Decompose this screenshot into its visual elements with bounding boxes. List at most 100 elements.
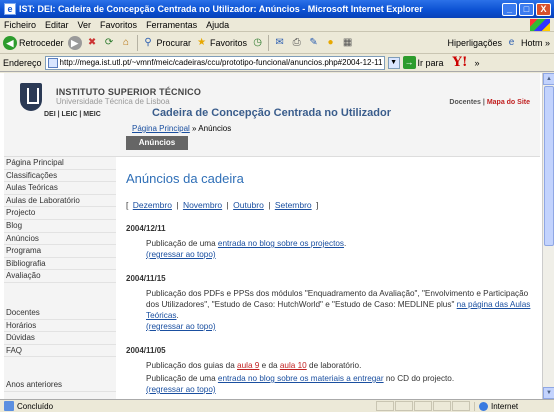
research-icon[interactable]: ▦ bbox=[341, 36, 354, 49]
announcement-date: 2004/11/15 bbox=[126, 274, 166, 283]
announcement-text: Publicação dos guias da aula 9 e da aula… bbox=[146, 361, 362, 370]
page-icon bbox=[47, 57, 58, 68]
address-input[interactable]: http://mega.ist.utl.pt/~vmnf/meic/cadeir… bbox=[44, 55, 385, 70]
go-button[interactable]: → Ir para bbox=[402, 56, 444, 69]
page-done-icon bbox=[4, 401, 14, 411]
nav-item-horarios[interactable]: Horários bbox=[4, 320, 116, 333]
nav-item-programa[interactable]: Programa bbox=[4, 245, 116, 258]
refresh-icon[interactable]: ⟳ bbox=[103, 36, 116, 49]
security-zone: Internet bbox=[474, 401, 554, 411]
breadcrumb-home-link[interactable]: Página Principal bbox=[132, 124, 190, 133]
menu-ficheiro[interactable]: Ficheiro bbox=[4, 20, 36, 30]
nav-item-anos-anteriores[interactable]: Anos anteriores bbox=[4, 379, 116, 392]
announcement-entry: 2004/12/11 Publicação de uma entrada no … bbox=[126, 224, 536, 260]
back-to-top: (regressar ao topo) bbox=[146, 321, 536, 332]
address-dropdown-icon[interactable]: ▼ bbox=[387, 56, 400, 69]
institution-subtitle: Universidade Técnica de Lisboa bbox=[56, 97, 170, 106]
docentes-link[interactable]: Docentes bbox=[449, 99, 481, 106]
nav-item-pagina-principal[interactable]: Página Principal bbox=[4, 157, 116, 170]
menu-ver[interactable]: Ver bbox=[78, 20, 92, 30]
nav-item-docentes[interactable]: Docentes bbox=[4, 307, 116, 320]
close-button[interactable]: X bbox=[536, 2, 551, 16]
go-label: Ir para bbox=[417, 57, 444, 68]
back-arrow-icon: ◀ bbox=[3, 35, 17, 50]
month-link-novembro[interactable]: Novembro bbox=[183, 200, 222, 210]
header-link-separator: | bbox=[482, 99, 485, 106]
nav-item-classificacoes[interactable]: Classificações bbox=[4, 170, 116, 183]
nav-item-anuncios[interactable]: Anúncios bbox=[4, 233, 116, 246]
address-url: http://mega.ist.utl.pt/~vmnf/meic/cadeir… bbox=[59, 58, 383, 67]
globe-icon bbox=[479, 401, 488, 411]
month-filter-open-bracket: [ bbox=[126, 200, 129, 210]
nav-item-aulas-teoricas[interactable]: Aulas Teóricas bbox=[4, 182, 116, 195]
messenger-icon[interactable]: ● bbox=[324, 36, 337, 49]
nav-item-faq[interactable]: FAQ bbox=[4, 345, 116, 358]
nav-item-aulas-laboratorio[interactable]: Aulas de Laboratório bbox=[4, 195, 116, 208]
site-map-link[interactable]: Mapa do Site bbox=[487, 99, 530, 106]
site-header: INSTITUTO SUPERIOR TÉCNICO Universidade … bbox=[4, 73, 540, 157]
blog-projectos-link[interactable]: entrada no blog sobre os projectos bbox=[218, 239, 344, 248]
search-button[interactable]: ⚲ Procurar bbox=[142, 36, 192, 49]
zone-label: Internet bbox=[491, 401, 519, 411]
nav-item-duvidas[interactable]: Dúvidas bbox=[4, 332, 116, 345]
back-to-top-link[interactable]: (regressar ao topo) bbox=[146, 250, 216, 259]
back-button[interactable]: ◀ Retroceder bbox=[3, 35, 64, 50]
ist-logo-icon bbox=[20, 83, 42, 111]
home-icon[interactable]: ⌂ bbox=[120, 36, 133, 49]
aula-9-link[interactable]: aula 9 bbox=[237, 361, 259, 370]
back-to-top: (regressar ao topo) bbox=[146, 384, 536, 395]
nav-item-blog[interactable]: Blog bbox=[4, 220, 116, 233]
print-icon[interactable]: ⎙ bbox=[290, 36, 303, 49]
page-title: Anúncios da cadeira bbox=[126, 171, 244, 186]
nav-item-projecto[interactable]: Projecto bbox=[4, 207, 116, 220]
vertical-scrollbar[interactable]: ▲ ▼ bbox=[542, 73, 554, 399]
menu-editar[interactable]: Editar bbox=[45, 20, 69, 30]
nav-item-bibliografia[interactable]: Bibliografia bbox=[4, 258, 116, 271]
page-viewport: INSTITUTO SUPERIOR TÉCNICO Universidade … bbox=[0, 73, 542, 399]
back-to-top: (regressar ao topo) bbox=[146, 249, 536, 260]
menu-ferramentas[interactable]: Ferramentas bbox=[146, 20, 197, 30]
links-label[interactable]: Hiperligações bbox=[447, 38, 502, 48]
back-to-top-link[interactable]: (regressar ao topo) bbox=[146, 322, 216, 331]
aula-10-link[interactable]: aula 10 bbox=[280, 361, 307, 370]
blog-materiais-link[interactable]: entrada no blog sobre os materiais a ent… bbox=[218, 374, 384, 383]
mail-icon[interactable]: ✉ bbox=[273, 36, 286, 49]
month-filter-separator: | bbox=[176, 200, 179, 210]
minimize-button[interactable]: _ bbox=[502, 2, 517, 16]
nav-item-avaliacao[interactable]: Avaliação bbox=[4, 270, 116, 283]
address-bar: Endereço http://mega.ist.utl.pt/~vmnf/me… bbox=[0, 54, 554, 72]
go-arrow-icon: → bbox=[402, 56, 416, 69]
month-link-outubro[interactable]: Outubro bbox=[233, 200, 264, 210]
month-link-setembro[interactable]: Setembro bbox=[275, 200, 312, 210]
yahoo-toolbar-logo[interactable]: Y! bbox=[453, 55, 468, 70]
menu-bar: Ficheiro Editar Ver Favoritos Ferramenta… bbox=[0, 18, 554, 32]
menu-favoritos[interactable]: Favoritos bbox=[100, 20, 137, 30]
menu-ajuda[interactable]: Ajuda bbox=[206, 20, 229, 30]
month-link-dezembro[interactable]: Dezembro bbox=[133, 200, 172, 210]
back-to-top-link[interactable]: (regressar ao topo) bbox=[146, 385, 216, 394]
forward-button[interactable]: ▶ bbox=[67, 35, 82, 50]
scroll-up-icon[interactable]: ▲ bbox=[543, 73, 554, 85]
announcement-text: Publicação de uma entrada no blog sobre … bbox=[146, 239, 347, 248]
announcement-entry: 2004/11/05 Publicação dos guias da aula … bbox=[126, 346, 536, 395]
favorites-button[interactable]: ★ Favoritos bbox=[195, 36, 247, 49]
scroll-down-icon[interactable]: ▼ bbox=[543, 387, 554, 399]
ie-icon: e bbox=[4, 3, 16, 15]
institution-name: INSTITUTO SUPERIOR TÉCNICO bbox=[56, 87, 202, 97]
maximize-button[interactable]: □ bbox=[519, 2, 534, 16]
star-icon: ★ bbox=[197, 37, 207, 48]
history-icon[interactable]: ◷ bbox=[251, 36, 264, 49]
hotmail-link[interactable]: Hotm » bbox=[521, 38, 550, 48]
toolbar-overflow-chevron[interactable]: » bbox=[475, 58, 480, 68]
month-filter: [ Dezembro | Novembro | Outubro | Setemb… bbox=[126, 200, 536, 210]
edit-icon[interactable]: ✎ bbox=[307, 36, 320, 49]
announcement-text: Publicação de uma entrada no blog sobre … bbox=[146, 374, 455, 383]
stop-icon[interactable]: ✖ bbox=[86, 36, 99, 49]
scroll-thumb[interactable] bbox=[544, 86, 554, 246]
department-links[interactable]: DEI | LEIC | MEIC bbox=[44, 111, 101, 118]
search-label: Procurar bbox=[156, 37, 192, 48]
main-content: Anúncios da cadeira [ Dezembro | Novembr… bbox=[126, 159, 536, 395]
month-filter-close-bracket: ] bbox=[316, 200, 319, 210]
tab-anuncios[interactable]: Anúncios bbox=[126, 136, 188, 150]
search-icon: ⚲ bbox=[144, 37, 152, 48]
